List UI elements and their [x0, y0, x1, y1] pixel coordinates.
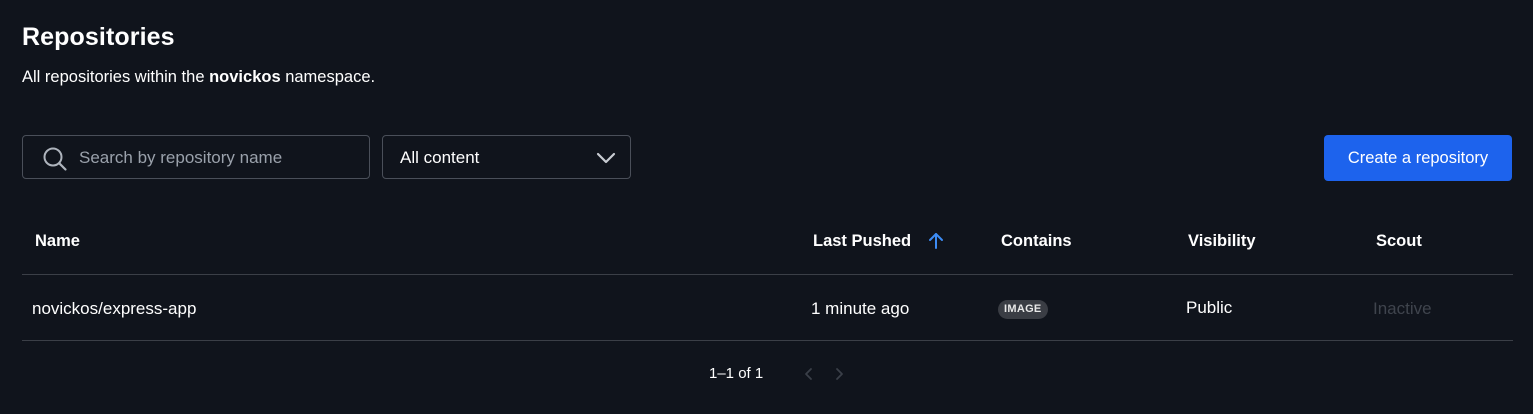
search-input[interactable] [79, 146, 359, 170]
last-pushed-value: 1 minute ago [811, 299, 910, 318]
chevron-down-icon [596, 152, 616, 164]
table-row-divider [22, 340, 1513, 341]
column-header-visibility: Visibility [1188, 232, 1256, 250]
page-subtitle: All repositories within the novickos nam… [22, 67, 375, 87]
search-icon [43, 147, 67, 171]
column-header-contains: Contains [1001, 232, 1072, 250]
visibility-value: Public [1186, 298, 1233, 317]
pagination-label: 1–1 of 1 [709, 365, 764, 382]
content-filter-select[interactable]: All content [382, 135, 631, 179]
scout-status: Inactive [1373, 299, 1432, 318]
column-header-name[interactable]: Name [35, 231, 80, 251]
column-header-last-pushed[interactable]: Last Pushed [813, 231, 911, 251]
page-title: Repositories [22, 23, 175, 51]
chevron-left-icon[interactable] [801, 366, 817, 382]
subtitle-prefix: All repositories within the [22, 68, 210, 86]
create-repository-button[interactable]: Create a repository [1324, 135, 1512, 181]
repositories-page: Repositories All repositories within the… [0, 0, 1533, 414]
subtitle-suffix: namespace. [280, 68, 376, 86]
search-box [22, 135, 370, 179]
arrow-up-icon[interactable] [926, 231, 946, 251]
chevron-right-icon[interactable] [831, 366, 847, 382]
content-type-badge: IMAGE [998, 300, 1048, 319]
namespace-name: novickos [209, 68, 281, 86]
repository-name-link[interactable]: novickos/express-app [32, 299, 196, 319]
column-header-scout: Scout [1376, 232, 1422, 250]
table-header-divider [22, 274, 1513, 275]
content-filter-value: All content [400, 148, 480, 167]
